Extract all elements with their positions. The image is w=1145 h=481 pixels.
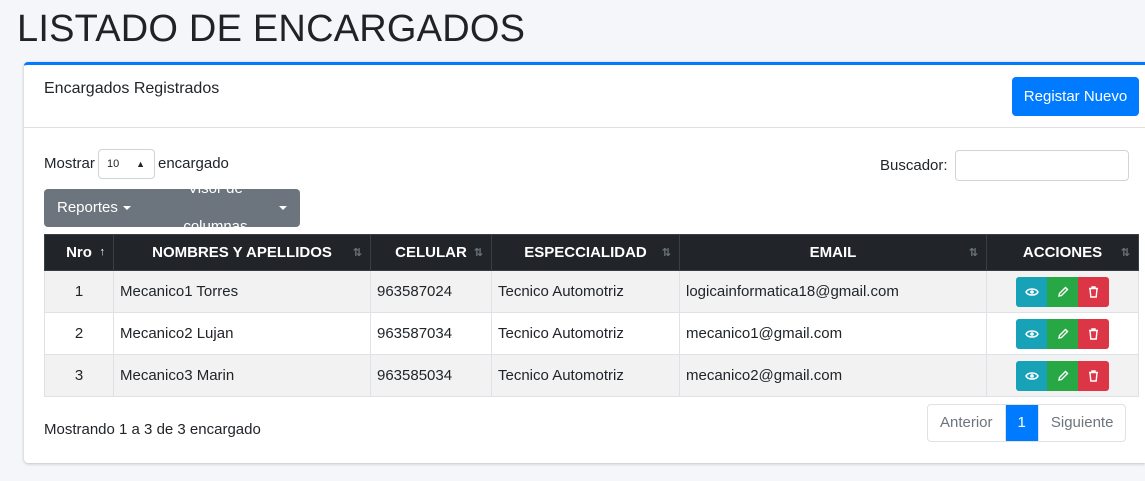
view-button[interactable] <box>1016 360 1047 391</box>
sort-arrows-icon: ⇅ <box>661 247 671 259</box>
column-header-nro[interactable]: Nro ↑ <box>44 234 114 271</box>
reports-label: Reportes <box>57 199 118 216</box>
column-header-phone[interactable]: CELULAR ⇅ <box>370 234 492 271</box>
cell-email: mecanico2@gmail.com <box>679 354 987 397</box>
sort-arrows-icon: ⇅ <box>968 247 978 259</box>
pagination-previous[interactable]: Anterior <box>928 405 1006 441</box>
eye-icon <box>1024 371 1039 380</box>
cell-phone: 963585034 <box>370 354 492 397</box>
search-input[interactable] <box>955 150 1129 181</box>
card-header: Encargados Registrados Registar Nuevo <box>24 65 1145 128</box>
cell-name: Mecanico3 Marin <box>113 354 371 397</box>
cell-specialty: Tecnico Automotriz <box>491 354 680 397</box>
cell-actions <box>986 312 1139 355</box>
eye-icon <box>1024 287 1039 296</box>
caret-down-icon <box>279 206 287 210</box>
column-header-name[interactable]: NOMBRES Y APELLIDOS ⇅ <box>113 234 371 271</box>
cell-name: Mecanico1 Torres <box>113 270 371 313</box>
pencil-icon <box>1057 370 1068 381</box>
column-header-actions[interactable]: ACCIONES ⇅ <box>986 234 1139 271</box>
column-visibility-button[interactable]: Visor de columnas <box>144 180 300 235</box>
trash-icon <box>1089 369 1098 382</box>
cell-phone: 963587034 <box>370 312 492 355</box>
reports-dropdown-button[interactable]: Reportes <box>44 189 144 227</box>
sort-arrows-icon: ⇅ <box>473 247 483 259</box>
table-row: 1 Mecanico1 Torres 963587024 Tecnico Aut… <box>44 270 1139 313</box>
cell-email: mecanico1@gmail.com <box>679 312 987 355</box>
column-header-email[interactable]: EMAIL ⇅ <box>679 234 987 271</box>
eye-icon <box>1024 329 1039 338</box>
sort-asc-icon: ↑ <box>99 246 106 258</box>
export-button-group: Reportes Visor de columnas <box>44 180 300 235</box>
cell-nro: 1 <box>44 270 114 313</box>
search-label: Buscador: <box>880 157 948 174</box>
page-title: LISTADO DE ENCARGADOS <box>17 8 526 50</box>
length-prefix-label: Mostrar <box>44 155 95 172</box>
cell-email: logicainformatica18@gmail.com <box>679 270 987 313</box>
delete-button[interactable] <box>1078 318 1109 349</box>
table-header-row: Nro ↑ NOMBRES Y APELLIDOS ⇅ CELULAR ⇅ ESPE… <box>44 234 1139 271</box>
sort-arrows-icon: ⇅ <box>352 247 362 259</box>
cell-name: Mecanico2 Lujan <box>113 312 371 355</box>
pagination: Anterior 1 Siguiente <box>927 404 1127 442</box>
pagination-page-1[interactable]: 1 <box>1005 405 1038 441</box>
table-row: 2 Mecanico2 Lujan 963587034 Tecnico Auto… <box>44 312 1139 355</box>
pencil-icon <box>1057 286 1068 297</box>
encargados-card: Encargados Registrados Registar Nuevo Mo… <box>24 62 1145 463</box>
cell-actions <box>986 354 1139 397</box>
edit-button[interactable] <box>1047 276 1078 307</box>
trash-icon <box>1089 285 1098 298</box>
register-new-button[interactable]: Registar Nuevo <box>1012 77 1139 116</box>
trash-icon <box>1089 327 1098 340</box>
page-length-value: 10 <box>107 158 120 170</box>
table-row: 3 Mecanico3 Marin 963585034 Tecnico Auto… <box>44 354 1139 397</box>
select-arrows-icon: ▲ <box>136 159 145 169</box>
caret-down-icon <box>122 206 131 210</box>
pagination-next[interactable]: Siguiente <box>1037 405 1126 441</box>
view-button[interactable] <box>1016 276 1047 307</box>
delete-button[interactable] <box>1078 276 1109 307</box>
column-header-specialty[interactable]: ESPECCIALIDAD ⇅ <box>491 234 680 271</box>
cell-actions <box>986 270 1139 313</box>
cell-nro: 3 <box>44 354 114 397</box>
cell-phone: 963587024 <box>370 270 492 313</box>
view-button[interactable] <box>1016 318 1047 349</box>
cell-specialty: Tecnico Automotriz <box>491 312 680 355</box>
cell-nro: 2 <box>44 312 114 355</box>
edit-button[interactable] <box>1047 318 1078 349</box>
pencil-icon <box>1057 328 1068 339</box>
encargados-table: Nro ↑ NOMBRES Y APELLIDOS ⇅ CELULAR ⇅ ESPE… <box>44 234 1139 397</box>
cell-specialty: Tecnico Automotriz <box>491 270 680 313</box>
card-title: Encargados Registrados <box>44 80 220 97</box>
page-length-select[interactable]: 10 ▲ <box>98 149 155 179</box>
edit-button[interactable] <box>1047 360 1078 391</box>
delete-button[interactable] <box>1078 360 1109 391</box>
table-info: Mostrando 1 a 3 de 3 encargado <box>44 421 261 438</box>
sort-arrows-icon: ⇅ <box>1120 247 1130 259</box>
